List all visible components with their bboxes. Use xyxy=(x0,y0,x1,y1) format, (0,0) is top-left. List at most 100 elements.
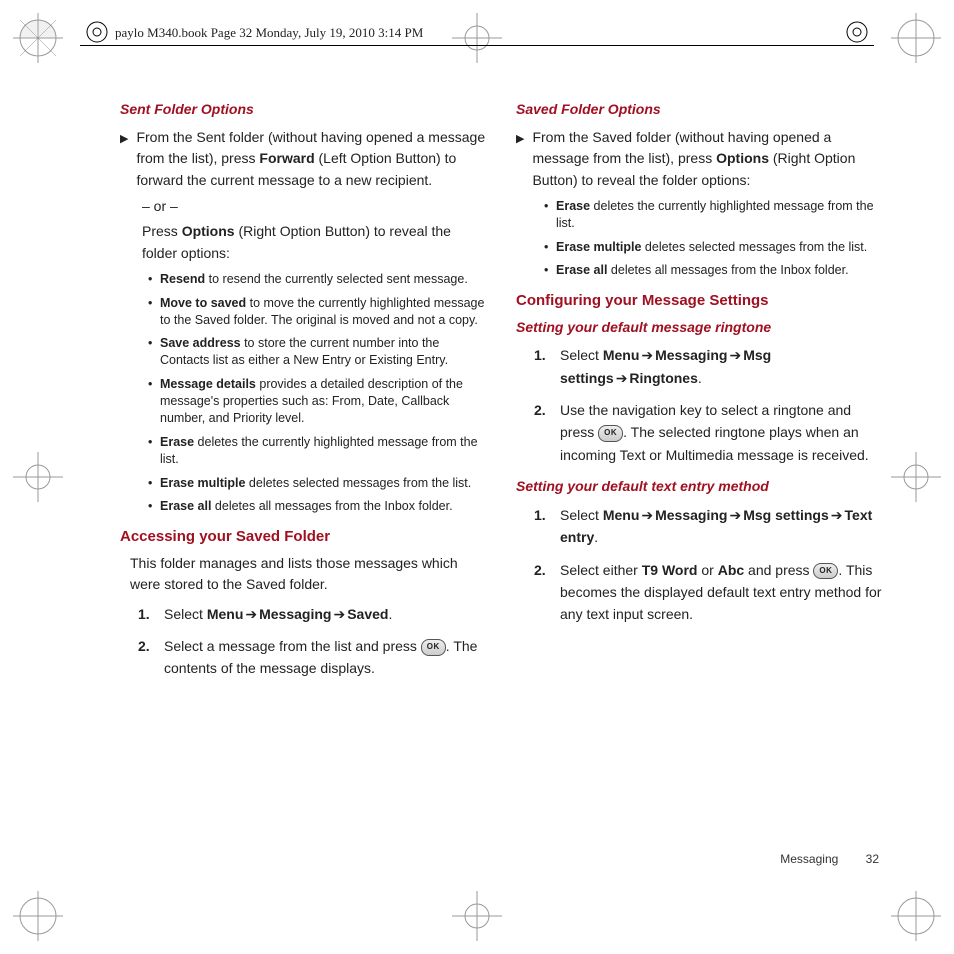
crop-mark-icon xyxy=(447,8,507,68)
list-item: 2. Select either T9 Word or Abc and pres… xyxy=(534,559,884,626)
step-number: 2. xyxy=(138,635,150,657)
crop-mark-icon xyxy=(8,886,68,946)
text-bold: Erase multiple xyxy=(556,240,641,254)
list-item: Erase multiple deletes selected messages… xyxy=(148,475,488,492)
access-steps: 1. Select Menu➔Messaging➔Saved. 2. Selec… xyxy=(120,603,488,680)
textentry-steps: 1. Select Menu➔Messaging➔Msg settings➔Te… xyxy=(516,504,884,626)
crop-mark-icon xyxy=(886,447,946,507)
page-footer: Messaging 32 xyxy=(780,852,879,866)
text-bold: Erase xyxy=(556,199,590,213)
crop-mark-icon xyxy=(886,886,946,946)
list-item: 2. Use the navigation key to select a ri… xyxy=(534,399,884,466)
list-item: Erase all deletes all messages from the … xyxy=(148,498,488,515)
list-item: 1. Select Menu➔Messaging➔Saved. xyxy=(138,603,488,625)
text: Select xyxy=(560,347,603,363)
text-bold: Messaging xyxy=(655,347,727,363)
footer-page-number: 32 xyxy=(866,852,879,866)
list-arrow-icon: ▶ xyxy=(120,131,128,148)
text: deletes selected messages from the list. xyxy=(641,240,867,254)
text-bold: Msg settings xyxy=(743,507,829,523)
saved-options-list: Erase deletes the currently highlighted … xyxy=(544,198,884,280)
heading-accessing-saved: Accessing your Saved Folder xyxy=(120,525,488,548)
text: Select xyxy=(164,606,207,622)
list-item: Erase multiple deletes selected messages… xyxy=(544,239,884,256)
header-ornament-icon xyxy=(85,20,109,47)
text: Press xyxy=(142,223,182,239)
footer-section: Messaging xyxy=(780,852,838,866)
list-arrow-icon: ▶ xyxy=(516,131,524,148)
column-left: Sent Folder Options ▶ From the Sent fold… xyxy=(120,95,488,859)
sent-intro: ▶ From the Sent folder (without having o… xyxy=(120,127,488,192)
text: . xyxy=(594,529,598,545)
list-item: Message details provides a detailed desc… xyxy=(148,376,488,427)
arrow-icon: ➔ xyxy=(729,347,741,363)
text: deletes all messages from the Inbox fold… xyxy=(211,499,452,513)
list-item: Resend to resend the currently selected … xyxy=(148,271,488,288)
crop-mark-icon xyxy=(8,447,68,507)
ringtone-steps: 1. Select Menu➔Messaging➔Msg settings➔Ri… xyxy=(516,344,884,466)
text: or xyxy=(697,562,717,578)
list-item: Erase deletes the currently highlighted … xyxy=(544,198,884,232)
list-item: 1. Select Menu➔Messaging➔Msg settings➔Te… xyxy=(534,504,884,549)
text: deletes selected messages from the list. xyxy=(245,476,471,490)
header-rule xyxy=(80,45,874,46)
text: Select a message from the list and press xyxy=(164,638,421,654)
text: deletes the currently highlighted messag… xyxy=(160,435,478,466)
step-number: 1. xyxy=(534,344,546,366)
text-bold: Message details xyxy=(160,377,256,391)
crop-mark-icon xyxy=(886,8,946,68)
arrow-icon: ➔ xyxy=(245,606,257,622)
text-bold: Messaging xyxy=(259,606,331,622)
arrow-icon: ➔ xyxy=(641,507,653,523)
text-bold: Abc xyxy=(718,562,744,578)
crop-mark-icon xyxy=(447,886,507,946)
text: to resend the currently selected sent me… xyxy=(205,272,468,286)
text-bold: Options xyxy=(716,150,769,166)
ok-key-icon: OK xyxy=(813,563,838,580)
text-bold: Erase all xyxy=(556,263,607,277)
text-bold: T9 Word xyxy=(642,562,698,578)
saved-intro: ▶ From the Saved folder (without having … xyxy=(516,127,884,192)
text: . xyxy=(698,370,702,386)
text: and press xyxy=(744,562,813,578)
text-bold: Erase xyxy=(160,435,194,449)
text-bold: Move to saved xyxy=(160,296,246,310)
heading-saved-folder-options: Saved Folder Options xyxy=(516,99,884,121)
list-item: 1. Select Menu➔Messaging➔Msg settings➔Ri… xyxy=(534,344,884,389)
ok-key-icon: OK xyxy=(598,425,623,442)
step-number: 2. xyxy=(534,559,546,581)
heading-config-settings: Configuring your Message Settings xyxy=(516,289,884,312)
crop-mark-icon xyxy=(8,8,68,68)
text-bold: Saved xyxy=(347,606,388,622)
sent-alt: Press Options (Right Option Button) to r… xyxy=(142,221,488,264)
list-item: Save address to store the current number… xyxy=(148,335,488,369)
text-bold: Erase all xyxy=(160,499,211,513)
page-header: paylo M340.book Page 32 Monday, July 19,… xyxy=(115,25,423,41)
text: deletes the currently highlighted messag… xyxy=(556,199,874,230)
text-bold: Menu xyxy=(603,507,640,523)
step-number: 1. xyxy=(138,603,150,625)
arrow-icon: ➔ xyxy=(729,507,741,523)
text-bold: Forward xyxy=(259,150,314,166)
sent-options-list: Resend to resend the currently selected … xyxy=(148,271,488,516)
ok-key-icon: OK xyxy=(421,639,446,656)
or-divider: – or – xyxy=(142,196,488,218)
text-bold: Options xyxy=(182,223,235,239)
step-number: 1. xyxy=(534,504,546,526)
text-bold: Messaging xyxy=(655,507,727,523)
list-item: Move to saved to move the currently high… xyxy=(148,295,488,329)
text-bold: Menu xyxy=(603,347,640,363)
arrow-icon: ➔ xyxy=(831,507,843,523)
access-intro: This folder manages and lists those mess… xyxy=(130,553,488,595)
text: . xyxy=(388,606,392,622)
arrow-icon: ➔ xyxy=(333,606,345,622)
text-bold: Ringtones xyxy=(629,370,697,386)
text-bold: Erase multiple xyxy=(160,476,245,490)
step-number: 2. xyxy=(534,399,546,421)
list-item: Erase deletes the currently highlighted … xyxy=(148,434,488,468)
list-item: Erase all deletes all messages from the … xyxy=(544,262,884,279)
text-bold: Save address xyxy=(160,336,241,350)
page-body: Sent Folder Options ▶ From the Sent fold… xyxy=(120,95,884,859)
text-bold: Resend xyxy=(160,272,205,286)
text: Select either xyxy=(560,562,642,578)
